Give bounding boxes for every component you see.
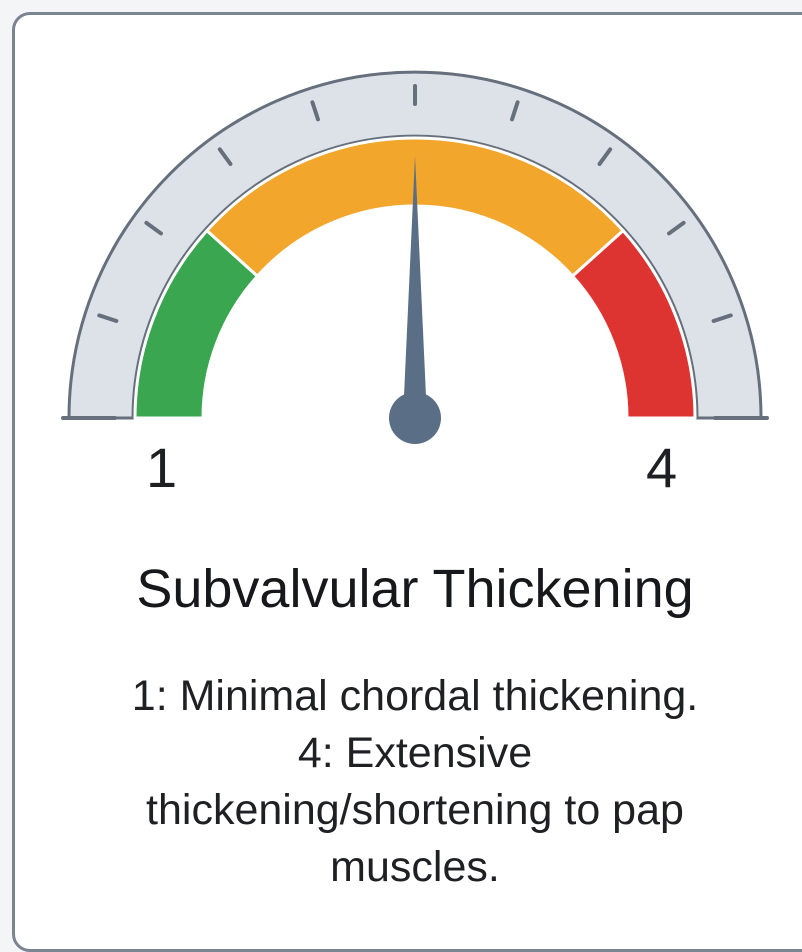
description-line-4: muscles. — [330, 843, 500, 891]
gauge-min-label: 1 — [146, 436, 178, 499]
description-line-2: 4: Extensive — [297, 729, 533, 777]
gauge-title: Subvalvular Thickening — [136, 559, 694, 619]
gauge-max-label: 4 — [646, 436, 678, 499]
gauge-description: 1: Minimal chordal thickening. 4: Extens… — [12, 668, 802, 896]
gauge — [61, 70, 769, 444]
description-line-3: thickening/shortening to pap — [146, 786, 684, 834]
description-line-1: 1: Minimal chordal thickening. — [131, 672, 699, 720]
gauge-hub — [389, 392, 441, 444]
